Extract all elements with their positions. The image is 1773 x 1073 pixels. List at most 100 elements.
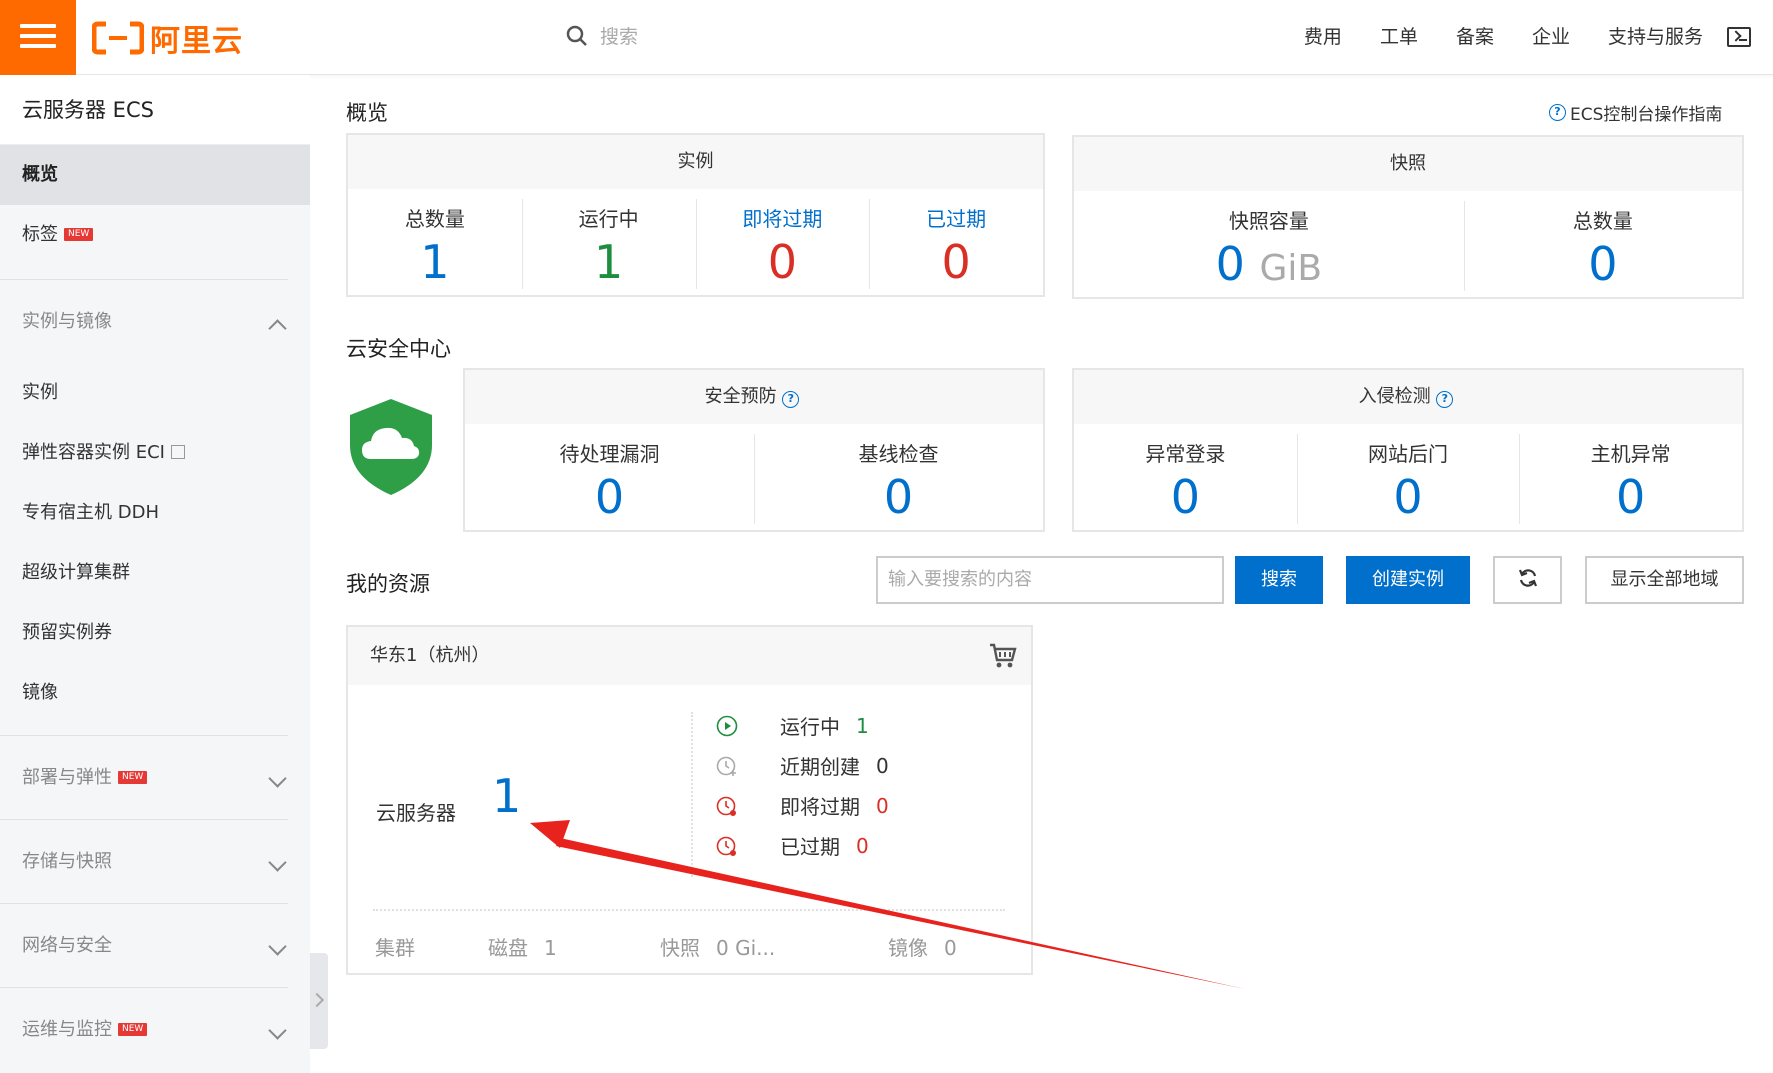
sidebar-item-overview[interactable]: 概览: [0, 145, 310, 205]
status-expired[interactable]: 已过期 0: [716, 831, 869, 860]
nav-tickets[interactable]: 工单: [1380, 22, 1418, 49]
stat-label: 快照容量: [1228, 209, 1309, 233]
search-icon: [566, 25, 587, 46]
status-running[interactable]: 运行中 1: [716, 711, 869, 740]
stat-label: 运行中: [578, 207, 639, 231]
sidebar-group-network[interactable]: 网络与安全: [0, 903, 288, 987]
footer-image[interactable]: 镜像 0: [888, 932, 957, 961]
hamburger-icon-bar: [20, 34, 56, 38]
status-expiring[interactable]: 即将过期 0: [716, 791, 889, 820]
nav-icp[interactable]: 备案: [1456, 22, 1494, 49]
stat-value: 0: [1588, 237, 1618, 291]
stat-vulnerabilities[interactable]: 待处理漏洞 0: [465, 424, 754, 525]
resource-search-input[interactable]: 输入要搜索的内容: [876, 556, 1224, 604]
sidebar-group-deploy[interactable]: 部署与弹性 NEW: [0, 735, 288, 819]
nav-support[interactable]: 支持与服务: [1608, 22, 1703, 49]
status-value: 0: [876, 753, 889, 778]
ecs-count[interactable]: 1: [492, 769, 521, 823]
region-card-header: 华东1（杭州）: [348, 627, 1031, 685]
sidebar-item-label: 预留实例券: [22, 622, 112, 643]
chevron-down-icon: [268, 937, 287, 956]
sidebar-collapse-handle[interactable]: [310, 953, 328, 1049]
sidebar-group-label: 网络与安全: [22, 935, 112, 956]
hamburger-icon-bar: [20, 44, 56, 48]
stat-webshell[interactable]: 网站后门 0: [1296, 424, 1520, 525]
footer-value: 0: [944, 936, 957, 960]
snapshots-card-title: 快照: [1074, 137, 1742, 191]
footer-disk[interactable]: 磁盘 1: [488, 932, 557, 961]
security-shield-icon: [350, 399, 432, 495]
chevron-up-icon: [268, 319, 287, 338]
status-label: 即将过期: [780, 795, 860, 819]
instances-card: 实例 总数量 1 运行中 1 即将过期 0 已过期 0: [346, 133, 1045, 297]
region-resource-card: 华东1（杭州） 云服务器 1 运行中 1 近期创建 0 即将过期 0 已过期 0 集群 …: [346, 625, 1033, 975]
console-guide-link[interactable]: ? ECS控制台操作指南: [1549, 100, 1722, 125]
sidebar-group-ops[interactable]: 运维与监控 NEW: [0, 987, 288, 1071]
stat-value: 0: [594, 470, 625, 524]
stat-running-instances[interactable]: 运行中 1: [521, 189, 696, 290]
global-search[interactable]: 搜索: [566, 22, 638, 49]
refresh-icon: [1518, 569, 1537, 587]
sidebar-group-label: 部署与弹性: [22, 767, 112, 788]
refresh-button[interactable]: [1493, 556, 1562, 604]
stat-value: 0: [1616, 470, 1646, 524]
footer-label: 快照: [660, 936, 700, 960]
terminal-icon[interactable]: [1727, 27, 1751, 47]
security-center-title: 云安全中心: [346, 337, 451, 361]
nav-enterprise[interactable]: 企业: [1532, 22, 1570, 49]
stat-expiring-instances[interactable]: 即将过期 0: [695, 189, 870, 290]
search-placeholder: 搜索: [600, 26, 639, 48]
sidebar-item-ddh[interactable]: 专有宿主机 DDH: [0, 483, 310, 543]
prevention-title-text: 安全预防: [704, 386, 777, 407]
clock-alert-icon: [716, 796, 736, 816]
aliyun-logo-icon: [92, 21, 144, 55]
sidebar-group-instances-images[interactable]: 实例与镜像: [0, 279, 288, 363]
stat-label: 总数量: [1572, 209, 1633, 233]
stat-abnormal-login[interactable]: 异常登录 0: [1074, 424, 1297, 525]
help-icon[interactable]: ?: [782, 391, 800, 408]
stat-host-anomaly[interactable]: 主机异常 0: [1519, 424, 1742, 525]
search-button[interactable]: 搜索: [1235, 556, 1323, 604]
sidebar-item-reserved[interactable]: 预留实例券: [0, 603, 310, 663]
stat-label: 基线检查: [858, 442, 939, 466]
stat-expired-instances[interactable]: 已过期 0: [869, 189, 1043, 290]
status-recently-created[interactable]: 近期创建 0: [716, 751, 889, 780]
stat-value: 0: [941, 235, 971, 289]
play-icon: [716, 715, 738, 736]
create-instance-button[interactable]: 创建实例: [1346, 556, 1470, 604]
nav-billing[interactable]: 费用: [1304, 22, 1342, 49]
stat-baseline-check[interactable]: 基线检查 0: [754, 424, 1043, 525]
sidebar-item-images[interactable]: 镜像: [0, 663, 310, 723]
stat-label: 主机异常: [1590, 442, 1671, 466]
stat-snapshot-count[interactable]: 总数量 0: [1463, 191, 1742, 297]
footer-label: 集群: [375, 936, 415, 960]
stat-snapshot-capacity[interactable]: 快照容量 0 GiB: [1074, 191, 1464, 297]
status-label: 近期创建: [780, 755, 860, 779]
footer-label: 镜像: [888, 936, 928, 960]
aliyun-logo[interactable]: 阿里云: [92, 18, 243, 59]
sidebar-item-scc[interactable]: 超级计算集群: [0, 543, 310, 603]
top-nav: 费用 工单 备案 企业 支持与服务: [1266, 22, 1703, 49]
sidebar-item-label: 镜像: [22, 682, 58, 703]
clock-plus-icon: [716, 756, 736, 776]
sidebar-item-label: 专有宿主机 DDH: [22, 502, 159, 523]
ecs-label: 云服务器: [376, 801, 456, 825]
sidebar-group-storage[interactable]: 存储与快照: [0, 819, 288, 903]
sidebar-item-tags[interactable]: 标签 NEW: [0, 205, 310, 265]
show-all-regions-button[interactable]: 显示全部地域: [1585, 556, 1744, 604]
sidebar-group-label: 运维与监控: [22, 1019, 112, 1040]
sidebar-item-eci[interactable]: 弹性容器实例 ECI: [0, 423, 310, 483]
sidebar-item-label: 超级计算集群: [22, 562, 130, 583]
chevron-down-icon: [268, 769, 287, 788]
menu-button[interactable]: [0, 0, 76, 75]
sidebar-item-label: 实例: [22, 382, 58, 403]
shopping-cart-icon[interactable]: [989, 643, 1017, 669]
footer-cluster[interactable]: 集群: [375, 932, 431, 961]
stat-value: 0: [883, 470, 914, 524]
top-bar: 阿里云 搜索 费用 工单 备案 企业 支持与服务: [0, 0, 1773, 75]
footer-snapshot[interactable]: 快照 0 Gi...: [660, 932, 775, 961]
sidebar-item-instances[interactable]: 实例: [0, 363, 310, 423]
stat-total-instances[interactable]: 总数量 1: [348, 189, 522, 290]
intrusion-card-title: 入侵检测 ?: [1074, 370, 1742, 424]
help-icon[interactable]: ?: [1436, 391, 1454, 408]
